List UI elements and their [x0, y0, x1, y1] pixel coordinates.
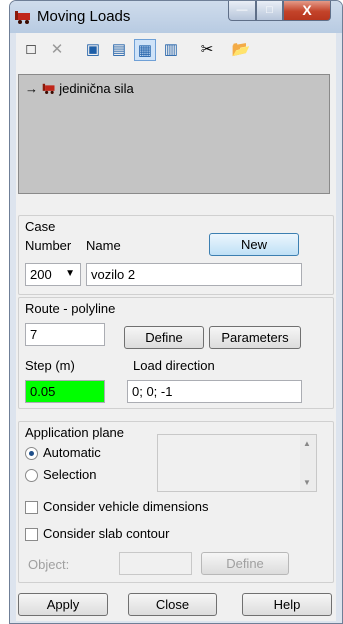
- route-polyline-group: Route - polyline 7 Define Parameters Ste…: [18, 297, 334, 409]
- slab-contour-checkbox[interactable]: [25, 528, 38, 541]
- dialog-buttons: Apply Close Help: [16, 591, 336, 621]
- new-doc-icon[interactable]: □: [20, 39, 42, 61]
- vehicle-dimensions-checkbox[interactable]: [25, 501, 38, 514]
- cut-icon[interactable]: ✂: [196, 39, 218, 61]
- object-label: Object:: [28, 557, 70, 572]
- plane-list-scrollbar[interactable]: ▲ ▼: [300, 435, 316, 491]
- step-label: Step (m): [25, 358, 75, 373]
- tree-item-label: jedinična sila: [59, 81, 134, 96]
- delete-icon[interactable]: ✕: [46, 39, 68, 61]
- window-title: Moving Loads: [37, 8, 131, 25]
- load-icon: [42, 83, 55, 94]
- tree-item-jedinicna-sila[interactable]: → jedinična sila: [25, 81, 134, 96]
- dialog-body: → jedinična sila Case Number Name New 20…: [16, 69, 336, 621]
- polyline-input[interactable]: 7: [25, 323, 105, 346]
- minimize-button[interactable]: —: [228, 1, 256, 21]
- application-plane-label: Application plane: [25, 425, 125, 440]
- case-number-select[interactable]: 200 ▼: [25, 263, 81, 286]
- slab-contour-label: Consider slab contour: [43, 526, 170, 541]
- load-direction-label: Load direction: [133, 358, 215, 373]
- define-object-button[interactable]: Define: [201, 552, 289, 575]
- view-details-icon[interactable]: ▦: [134, 39, 156, 61]
- case-group-label: Case: [25, 219, 56, 234]
- selected-arrow-icon: →: [25, 81, 38, 96]
- close-window-button[interactable]: X: [283, 1, 331, 21]
- selection-label: Selection: [43, 467, 97, 482]
- help-button[interactable]: Help: [242, 593, 332, 616]
- number-label: Number: [25, 238, 72, 253]
- object-input[interactable]: [119, 552, 192, 575]
- automatic-radio[interactable]: [25, 447, 38, 460]
- load-direction-input[interactable]: 0; 0; -1: [127, 380, 302, 403]
- load-tree[interactable]: → jedinična sila: [18, 74, 330, 194]
- case-name-input[interactable]: vozilo 2: [86, 263, 302, 286]
- moving-loads-app-icon: [15, 11, 30, 24]
- scroll-down-icon[interactable]: ▼: [303, 478, 311, 487]
- chevron-down-icon: ▼: [65, 268, 75, 279]
- view-list-icon[interactable]: ▤: [108, 39, 130, 61]
- parameters-button[interactable]: Parameters: [209, 326, 301, 349]
- open-folder-icon[interactable]: 📂: [230, 39, 252, 61]
- case-group: Case Number Name New 200 ▼ vozilo 2: [18, 215, 334, 295]
- caption-buttons: — □ X: [228, 1, 338, 21]
- name-label: Name: [86, 238, 121, 253]
- define-route-button[interactable]: Define: [124, 326, 204, 349]
- moving-loads-window: Moving Loads — □ X □ ✕ ▣ ▤ ▦ ▥ ✂ 📂 → jed…: [9, 0, 343, 624]
- view-small-icon[interactable]: ▣: [82, 39, 104, 61]
- new-case-button[interactable]: New: [209, 233, 299, 256]
- selection-radio[interactable]: [25, 469, 38, 482]
- vehicle-dimensions-label: Consider vehicle dimensions: [43, 499, 209, 514]
- maximize-button[interactable]: □: [256, 1, 283, 21]
- apply-button[interactable]: Apply: [18, 593, 108, 616]
- automatic-label: Automatic: [43, 445, 101, 460]
- title-bar[interactable]: Moving Loads — □ X: [10, 1, 342, 33]
- toolbar: □ ✕ ▣ ▤ ▦ ▥ ✂ 📂: [16, 33, 336, 69]
- scroll-up-icon[interactable]: ▲: [303, 439, 311, 448]
- close-button[interactable]: Close: [128, 593, 217, 616]
- application-plane-group: Application plane Automatic Selection ▲ …: [18, 421, 334, 583]
- case-number-value: 200: [30, 267, 52, 282]
- plane-list[interactable]: ▲ ▼: [157, 434, 317, 492]
- route-group-label: Route - polyline: [25, 301, 116, 316]
- view-table-icon[interactable]: ▥: [160, 39, 182, 61]
- step-input[interactable]: 0.05: [25, 380, 105, 403]
